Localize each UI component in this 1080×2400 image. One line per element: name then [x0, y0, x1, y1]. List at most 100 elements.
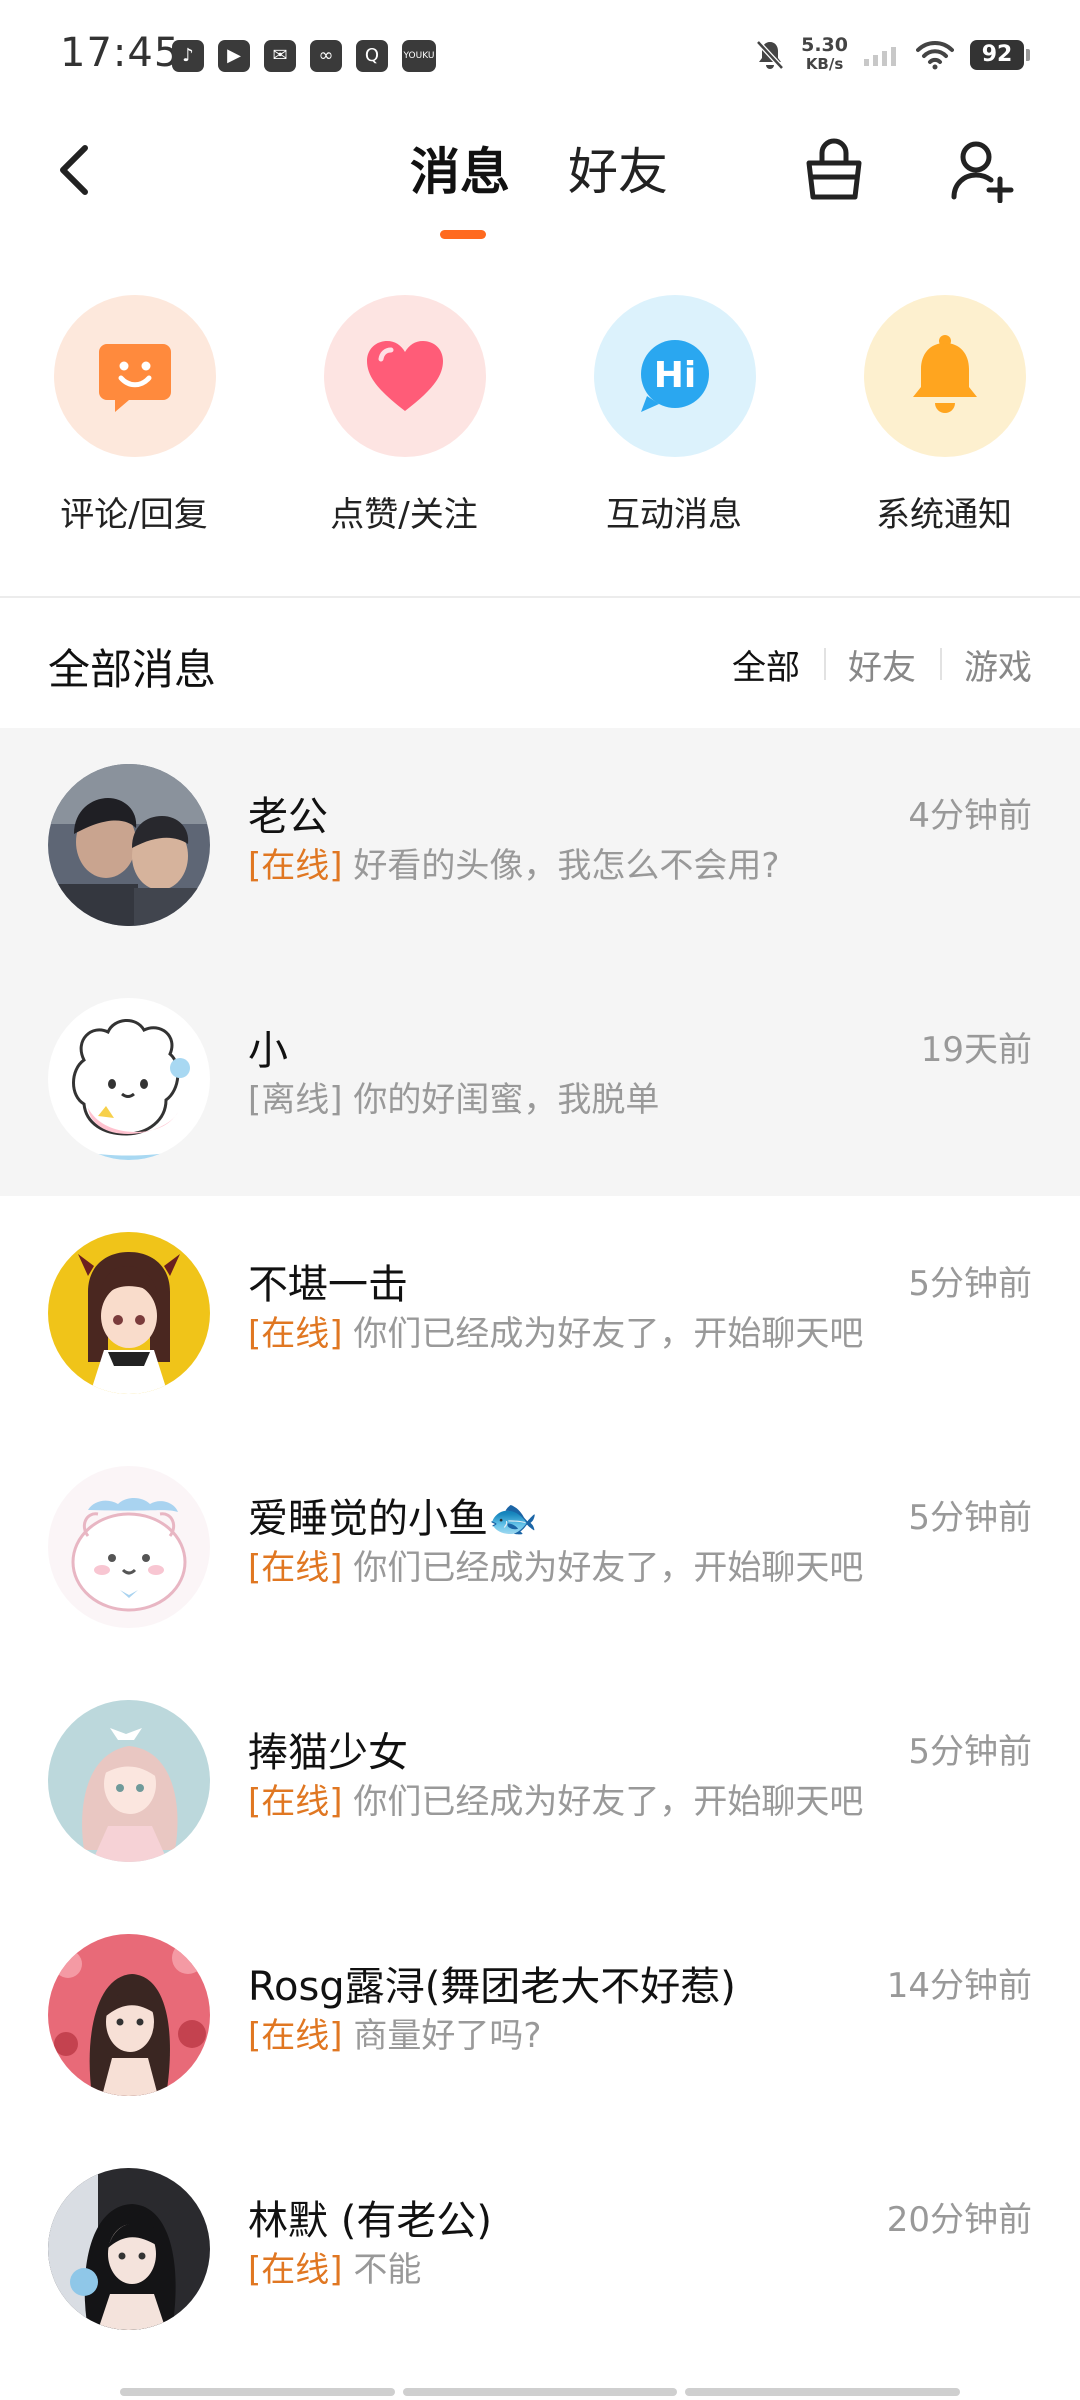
message-row[interactable]: 爱睡觉的小鱼🐟 5分钟前 [在线] 你们已经成为好友了，开始聊天吧 [0, 1430, 1080, 1664]
avatar-image [48, 764, 210, 926]
preview-text: 你们已经成为好友了，开始聊天吧 [353, 1782, 864, 1822]
preview-text: 你们已经成为好友了，开始聊天吧 [353, 1314, 864, 1354]
net-speed: 5.30 KB/s [801, 36, 848, 74]
avatar[interactable] [48, 2168, 210, 2330]
bell-icon [913, 335, 977, 413]
avatar[interactable] [48, 1466, 210, 1628]
message-preview: [在线] 商量好了吗? [248, 2008, 541, 2057]
message-preview: [离线] 你的好闺蜜，我脱单 [248, 1072, 659, 1121]
category-likes[interactable]: 点赞/关注 [294, 295, 514, 545]
net-speed-unit: KB/s [805, 55, 844, 73]
link-icon: ∞ [310, 40, 342, 72]
message-preview: [在线] 好看的头像，我怎么不会用? [248, 838, 779, 887]
category-icon-bg [864, 295, 1026, 457]
message-row[interactable]: 小 19天前 [离线] 你的好闺蜜，我脱单 [0, 962, 1080, 1196]
hi-text: Hi [654, 355, 696, 396]
header: 消息 好友 [0, 120, 1080, 260]
message-row[interactable]: 不堪一击 5分钟前 [在线] 你们已经成为好友了，开始聊天吧 [0, 1196, 1080, 1430]
message-list: 老公 4分钟前 [在线] 好看的头像，我怎么不会用? 小 19天前 [离线] 你… [0, 728, 1080, 2366]
online-status-tag: [在线] [248, 2250, 343, 2290]
contact-name: 老公 [248, 794, 328, 840]
status-indicators: 5.30 KB/s 92 [755, 36, 1030, 74]
filter-all[interactable]: 全部 [708, 640, 824, 689]
hi-bubble-icon: Hi [641, 340, 709, 412]
tab-friends[interactable]: 好友 [568, 132, 668, 204]
category-system[interactable]: 系统通知 [834, 295, 1054, 545]
message-row[interactable]: 捧猫少女 5分钟前 [在线] 你们已经成为好友了，开始聊天吧 [0, 1664, 1080, 1898]
message-preview: [在线] 你们已经成为好友了，开始聊天吧 [248, 1540, 863, 1589]
contact-name: 林默 (有老公) [248, 2198, 492, 2244]
message-time: 4分钟前 [908, 796, 1032, 836]
contact-name: 小 [248, 1028, 288, 1074]
avatar[interactable] [48, 764, 210, 926]
avatar[interactable] [48, 1700, 210, 1862]
contact-name: 不堪一击 [248, 1262, 408, 1308]
message-time: 20分钟前 [886, 2200, 1032, 2240]
message-row[interactable]: 林默 (有老公) 20分钟前 [在线] 不能 [0, 2132, 1080, 2366]
smile-chat-icon [99, 344, 171, 412]
message-preview: [在线] 你们已经成为好友了，开始聊天吧 [248, 1774, 863, 1823]
back-button[interactable] [40, 130, 110, 210]
category-label: 互动消息 [606, 495, 742, 535]
play-icon: ▶ [218, 40, 250, 72]
message-row[interactable]: Rosg露浔(舞团老大不好惹) 14分钟前 [在线] 商量好了吗? [0, 1898, 1080, 2132]
indicator-segment [685, 2388, 961, 2396]
tiktok-icon: ♪ [172, 40, 204, 72]
battery-indicator: 92 [970, 40, 1030, 70]
heart-icon [367, 341, 443, 411]
online-status-tag: [在线] [248, 1548, 343, 1588]
message-time: 14分钟前 [886, 1966, 1032, 2006]
message-preview: [在线] 不能 [248, 2242, 421, 2291]
avatar-image [48, 1700, 210, 1862]
shopping-bag-icon [806, 138, 862, 200]
contact-name: Rosg露浔(舞团老大不好惹) [248, 1964, 736, 2010]
message-row[interactable]: 老公 4分钟前 [在线] 好看的头像，我怎么不会用? [0, 728, 1080, 962]
tab-messages[interactable]: 消息 [410, 132, 510, 204]
filter-friends[interactable]: 好友 [824, 640, 940, 689]
message-filters: 全部 好友 游戏 [708, 640, 1032, 689]
mail-icon: ✉ [264, 40, 296, 72]
add-user-icon [951, 141, 1014, 203]
net-speed-value: 5.30 [801, 34, 848, 56]
contact-name: 捧猫少女 [248, 1730, 408, 1776]
preview-text: 你们已经成为好友了，开始聊天吧 [353, 1548, 864, 1588]
category-interactions[interactable]: Hi 互动消息 [564, 295, 784, 545]
avatar-image [48, 1232, 210, 1394]
shop-button[interactable] [798, 130, 870, 210]
chevron-left-icon [60, 145, 88, 195]
status-app-icons: ♪ ▶ ✉ ∞ Q YOUKU [172, 40, 436, 72]
avatar[interactable] [48, 998, 210, 1160]
category-label: 点赞/关注 [330, 495, 478, 535]
online-status-tag: [在线] [248, 1782, 343, 1822]
category-icon-bg: Hi [594, 295, 756, 457]
avatar[interactable] [48, 1934, 210, 2096]
mute-bell-icon [756, 40, 784, 70]
search-app-icon: Q [356, 40, 388, 72]
status-time: 17:45 [60, 30, 181, 76]
youku-icon: YOUKU [402, 40, 436, 72]
add-friend-button[interactable] [946, 130, 1018, 210]
message-time: 5分钟前 [908, 1732, 1032, 1772]
offline-status-tag: [离线] [248, 1080, 343, 1120]
indicator-segment [120, 2388, 395, 2396]
category-shortcuts: 评论/回复 点赞/关注 Hi 互动消息 系统通知 [0, 295, 1080, 545]
avatar[interactable] [48, 1232, 210, 1394]
divider [0, 596, 1080, 598]
message-time: 19天前 [920, 1030, 1032, 1070]
category-comments[interactable]: 评论/回复 [24, 295, 244, 545]
category-icon-bg [324, 295, 486, 457]
category-label: 系统通知 [876, 495, 1012, 535]
section-title: 全部消息 [48, 645, 217, 694]
filter-games[interactable]: 游戏 [940, 640, 1032, 689]
online-status-tag: [在线] [248, 846, 343, 886]
wifi-icon [916, 40, 954, 70]
signal-icon [864, 47, 896, 66]
indicator-segment [402, 2388, 678, 2396]
preview-text: 你的好闺蜜，我脱单 [353, 1080, 660, 1120]
status-bar: 17:45 ♪ ▶ ✉ ∞ Q YOUKU 5.30 KB/s 92 [0, 0, 1080, 120]
category-label: 评论/回复 [60, 495, 208, 535]
message-preview: [在线] 你们已经成为好友了，开始聊天吧 [248, 1306, 863, 1355]
category-icon-bg [54, 295, 216, 457]
online-status-tag: [在线] [248, 1314, 343, 1354]
preview-text: 商量好了吗? [353, 2016, 542, 2056]
